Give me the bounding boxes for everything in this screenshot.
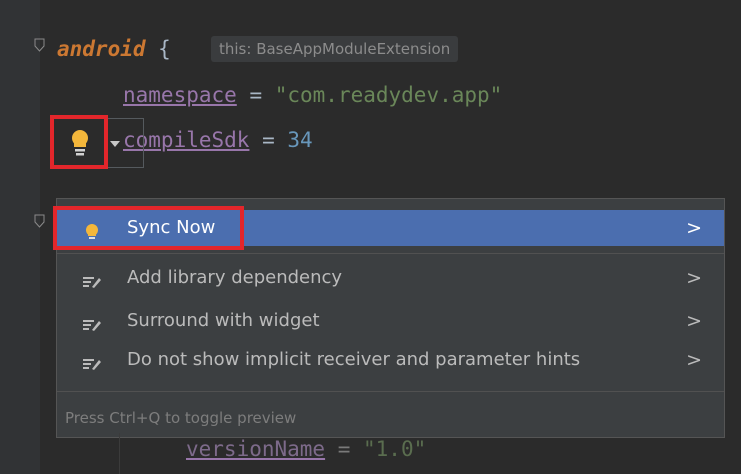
menu-item-label: Add library dependency	[127, 267, 343, 288]
menu-item-label: Do not show implicit receiver and parame…	[127, 349, 581, 370]
namespace-value: "com.readydev.app"	[274, 83, 503, 107]
versionname-value: "1.0"	[363, 437, 427, 461]
receiver-inlay-hint: this: BaseAppModuleExtension	[211, 36, 459, 62]
assign-operator: =	[236, 83, 275, 107]
menu-item-add-library-dependency[interactable]: Add library dependency >	[57, 260, 724, 296]
lightbulb-icon[interactable]	[60, 125, 100, 161]
intention-icon	[82, 269, 102, 289]
preview-toggle-hint: Press Ctrl+Q to toggle preview	[65, 409, 297, 427]
caret-down-icon	[110, 141, 120, 147]
editor-gutter	[0, 0, 40, 474]
menu-item-disable-hints[interactable]: Do not show implicit receiver and parame…	[57, 342, 724, 378]
menu-item-label: Sync Now	[127, 217, 216, 238]
fold-marker-icon[interactable]	[34, 214, 45, 228]
indent-guide	[119, 433, 120, 474]
assign-operator: =	[249, 128, 288, 152]
code-line-versionname[interactable]: versionName = "1.0"	[186, 436, 426, 462]
open-brace: {	[145, 37, 171, 61]
menu-item-surround-with-widget[interactable]: Surround with widget >	[57, 303, 724, 339]
menu-separator	[57, 253, 724, 254]
menu-item-sync-now[interactable]: Sync Now >	[57, 210, 724, 246]
intention-icon	[82, 351, 102, 371]
submenu-chevron-icon: >	[686, 310, 702, 332]
menu-separator	[57, 391, 724, 392]
submenu-chevron-icon: >	[686, 267, 702, 289]
android-keyword: android	[57, 37, 146, 61]
menu-item-label: Surround with widget	[127, 310, 320, 331]
submenu-chevron-icon: >	[686, 217, 702, 239]
assign-operator: =	[325, 437, 364, 461]
compilesdk-value: 34	[287, 128, 313, 152]
submenu-chevron-icon: >	[686, 349, 702, 371]
intention-dropdown-caret[interactable]	[104, 118, 144, 168]
code-line-namespace[interactable]: namespace = "com.readydev.app"	[123, 82, 502, 108]
fold-marker-icon[interactable]	[34, 38, 45, 52]
versionname-property: versionName	[186, 437, 326, 461]
code-line-android-block[interactable]: android {	[57, 36, 171, 62]
intention-icon	[82, 312, 102, 332]
code-line-compilesdk[interactable]: compileSdk = 34	[123, 127, 313, 153]
lightbulb-icon	[82, 219, 102, 239]
intention-actions-popup: Sync Now > Add library dependency > Surr…	[53, 198, 725, 438]
namespace-property: namespace	[123, 83, 237, 107]
